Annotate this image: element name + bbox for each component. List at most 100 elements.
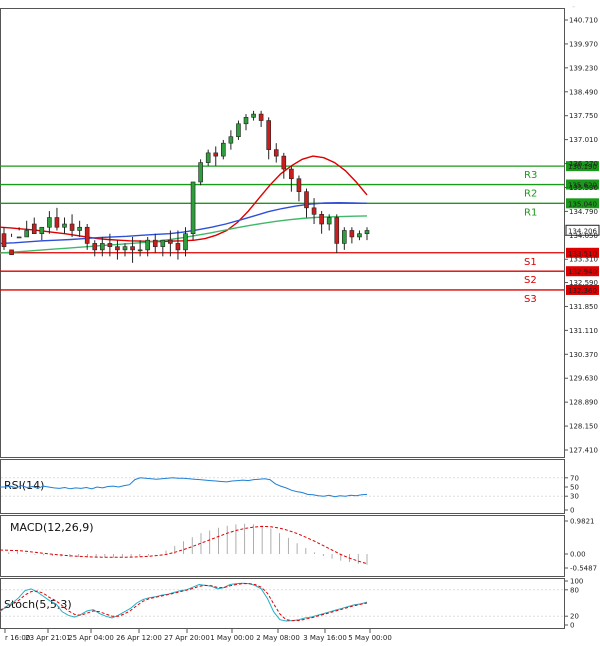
rsi-tick-label: 0	[570, 507, 574, 515]
y-tick-label: 131.850	[569, 303, 598, 311]
candle-body	[228, 136, 234, 144]
candle-body	[258, 113, 264, 121]
x-tick-label: 2 May 08:00	[256, 634, 300, 642]
candle-body	[311, 207, 317, 215]
rsi-tick-label: 50	[570, 484, 579, 492]
stoch-tick-label: 80	[570, 586, 579, 594]
candle-body	[205, 152, 211, 163]
candle-body	[100, 243, 105, 251]
candle-body	[130, 246, 135, 251]
x-tick-label: 5 May 00:00	[348, 634, 392, 642]
y-tick-label: 134.050	[569, 232, 598, 240]
price-chart: - R3136.190R2135.620R1135.040S1133.510S2…	[0, 2, 600, 642]
candle-body	[77, 226, 82, 231]
stoch-tick-label: 100	[570, 578, 583, 586]
candle-body	[334, 217, 340, 244]
candle-body	[69, 223, 75, 231]
y-tick-label: 138.490	[569, 88, 598, 96]
candle-body	[107, 243, 113, 247]
candle-body	[152, 239, 158, 247]
level-name: S1	[524, 257, 537, 268]
y-tick-label: 140.710	[569, 17, 598, 25]
candle-body	[281, 155, 287, 170]
x-tick-label: 27 Apr 20:00	[164, 634, 210, 642]
y-tick-label: 133.310	[569, 256, 598, 264]
candle-body	[16, 236, 22, 239]
candle-body	[92, 243, 98, 251]
y-tick-label: 130.370	[569, 351, 598, 359]
stoch-pane	[0, 578, 565, 629]
y-tick-label: 139.970	[569, 40, 598, 48]
candle-body	[304, 191, 309, 209]
macd-tick-label: -0.5487	[570, 565, 597, 573]
y-tick-label: 139.230	[569, 64, 598, 72]
x-tick-label: 3 May 16:00	[303, 634, 347, 642]
level-name: S2	[524, 275, 537, 286]
candle-body	[342, 230, 347, 244]
y-tick-label: 128.890	[569, 399, 598, 407]
candle-body	[47, 217, 52, 228]
candle-body	[62, 223, 67, 228]
y-tick-label: 128.150	[569, 423, 598, 431]
candle-body	[54, 217, 60, 228]
candle-body	[289, 168, 294, 180]
macd-title: MACD(12,26,9)	[10, 521, 94, 534]
y-tick-label: 129.630	[569, 375, 598, 383]
x-tick-label: 25 Apr 04:00	[68, 634, 114, 642]
macd-tick-label: 0.00	[570, 551, 586, 559]
stoch-tick-label: 0	[570, 622, 574, 630]
candle-body	[326, 217, 332, 225]
rsi-tick-label: 70	[570, 474, 579, 482]
time-axis: r 16:0023 Apr 21:0125 Apr 04:00 26 Apr 12…	[4, 629, 392, 642]
level-name: S3	[524, 294, 537, 305]
rsi-tick-label: 30	[570, 493, 579, 501]
candle-body	[349, 230, 355, 238]
price-axis: 140.710 139.970 139.230 138.490 137.750 137.0…	[564, 17, 598, 455]
candle-body	[319, 214, 324, 225]
candle-body	[183, 233, 188, 251]
candle-body	[190, 181, 196, 235]
level-name: R2	[524, 189, 537, 200]
candle-body	[122, 246, 128, 251]
candle-body	[213, 152, 219, 157]
level-name: R3	[524, 170, 537, 181]
candle-body	[9, 249, 14, 256]
y-tick-label: 132.590	[569, 279, 598, 287]
candle-body	[168, 239, 173, 244]
macd-tick-label: 0.9821	[570, 518, 595, 526]
candle-body	[39, 226, 45, 235]
y-tick-label: 131.110	[569, 327, 598, 335]
top-right-label: -	[572, 2, 575, 12]
level-value: 132.360	[568, 287, 597, 295]
candle-body	[357, 233, 362, 238]
y-tick-label: 137.010	[569, 136, 598, 144]
candle-body	[145, 239, 150, 251]
y-tick-label: 134.790	[569, 208, 598, 216]
candle-body	[175, 243, 181, 251]
x-tick-label: 1 May 00:00	[210, 634, 254, 642]
y-tick-label: 127.410	[569, 447, 598, 455]
candle-body	[84, 226, 90, 244]
level-value: 132.940	[568, 268, 597, 276]
candle-body	[24, 230, 29, 238]
stoch-tick-label: 20	[570, 613, 579, 621]
candle-body	[236, 123, 241, 138]
candle-body	[273, 149, 279, 157]
y-tick-label: 136.270	[569, 160, 598, 168]
rsi-title: RSI(14)	[4, 479, 44, 492]
candle-body	[221, 142, 226, 157]
level-name: R1	[524, 207, 537, 218]
candle-body	[31, 223, 37, 235]
candle-body	[251, 113, 256, 118]
candle-body	[198, 162, 203, 183]
candle-body	[160, 239, 166, 247]
candle-body	[364, 230, 370, 235]
candle-body	[266, 120, 271, 150]
y-tick-label: 137.750	[569, 112, 598, 120]
candle-body	[137, 249, 143, 252]
x-tick-label: 23 Apr 21:01	[25, 634, 71, 642]
candle-body	[296, 178, 302, 192]
candle-body	[1, 233, 7, 247]
candle-body	[115, 246, 120, 251]
y-tick-label: 135.530	[569, 184, 598, 192]
